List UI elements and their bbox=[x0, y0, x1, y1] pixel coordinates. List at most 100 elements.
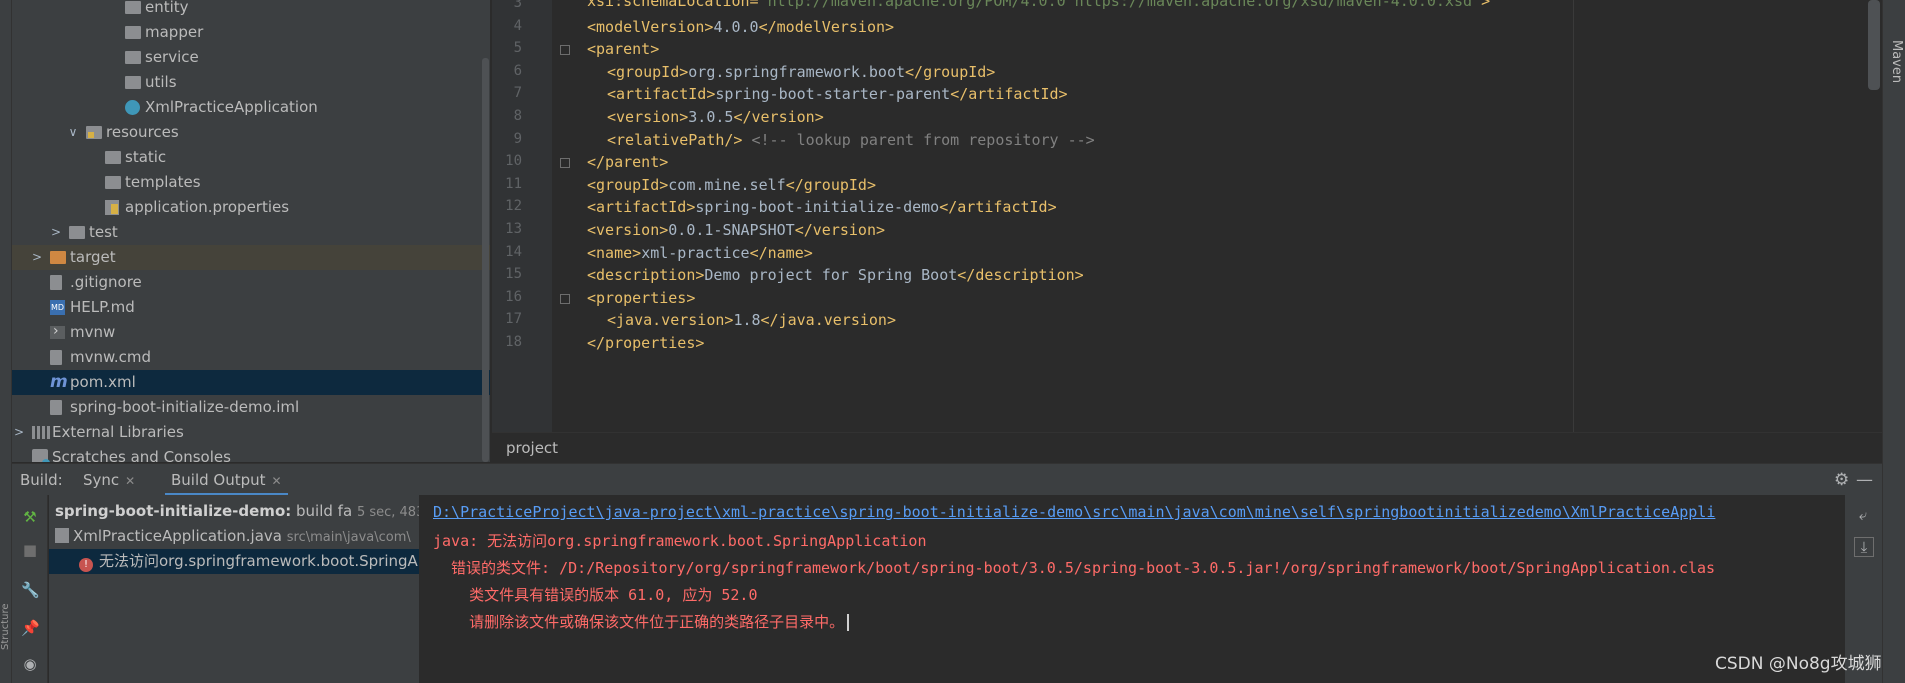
code-tag-open: <description> bbox=[587, 266, 705, 285]
excluded-folder-icon bbox=[50, 251, 66, 264]
tree-item[interactable]: mvnw bbox=[12, 319, 490, 345]
code-line: <groupId>com.mine.self</groupId> bbox=[587, 176, 876, 194]
tree-item-label: entity bbox=[145, 0, 189, 16]
wrench-icon[interactable]: 🔧 bbox=[21, 581, 40, 599]
folder-icon bbox=[125, 1, 141, 14]
maven-tool-button[interactable]: Maven bbox=[1884, 40, 1904, 110]
code-tag-close: </modelVersion> bbox=[758, 17, 895, 36]
editor-right-margin-guide bbox=[1573, 0, 1574, 432]
structure-tool-label[interactable]: Structure bbox=[0, 590, 12, 650]
tree-item[interactable]: service bbox=[12, 45, 490, 70]
tree-item-label: target bbox=[70, 248, 116, 266]
code-tag-open: <version> bbox=[587, 221, 669, 239]
code-text: spring-boot-initialize-demo bbox=[695, 198, 940, 217]
build-console[interactable]: D:\PracticeProject\java-project\xml-prac… bbox=[421, 495, 1845, 683]
markdown-file-icon: MD bbox=[50, 300, 65, 315]
code-tag-open: <relativePath/> bbox=[607, 130, 743, 149]
tree-item[interactable]: Scratches and Consoles bbox=[12, 445, 490, 462]
code-tag-close: </groupId> bbox=[785, 175, 876, 194]
rebuild-hammer-icon[interactable]: ⚒ bbox=[21, 508, 39, 526]
tree-item[interactable]: MD HELP.md bbox=[12, 295, 490, 320]
minimize-icon[interactable]: — bbox=[1856, 471, 1874, 489]
code-line: <relativePath/> <!-- lookup parent from … bbox=[607, 131, 1095, 149]
tree-item[interactable]: ∨ resources bbox=[12, 120, 490, 145]
chevron-right-icon[interactable]: > bbox=[30, 245, 44, 270]
fold-marker-icon[interactable] bbox=[560, 158, 570, 169]
stop-icon[interactable]: ■ bbox=[21, 541, 39, 559]
tab-build-output-label: Build Output bbox=[171, 471, 266, 489]
code-text: Demo project for Spring Boot bbox=[704, 266, 958, 285]
tree-item[interactable]: XmlPracticeApplication bbox=[12, 95, 490, 120]
tree-item-label: XmlPracticeApplication bbox=[145, 98, 318, 116]
tree-item[interactable]: mvnw.cmd bbox=[12, 345, 490, 370]
tree-item-label: utils bbox=[145, 73, 177, 91]
tree-item[interactable]: entity bbox=[12, 0, 490, 20]
soft-wrap-icon[interactable]: ⤶ bbox=[1854, 506, 1872, 524]
chevron-down-icon[interactable]: ∨ bbox=[66, 120, 80, 145]
file-icon bbox=[50, 350, 62, 365]
gear-icon[interactable]: ⚙ bbox=[1834, 471, 1852, 489]
project-tree-scrollbar[interactable] bbox=[482, 58, 489, 462]
tree-item-label: service bbox=[145, 48, 199, 66]
tree-item[interactable]: .gitignore bbox=[12, 270, 490, 295]
code-tag-open: <version> bbox=[607, 108, 689, 126]
project-tree: entity mapper service utils XmlPracticeAppli… bbox=[12, 0, 490, 462]
tree-item-label: mvnw bbox=[70, 323, 116, 341]
tree-item[interactable]: mapper bbox=[12, 20, 490, 45]
tree-item[interactable]: > target bbox=[12, 245, 490, 270]
tree-item-label: pom.xml bbox=[70, 373, 136, 391]
tab-sync[interactable]: Sync ✕ bbox=[83, 464, 135, 496]
tree-item[interactable]: utils bbox=[12, 70, 490, 95]
code-line: <name>xml-practice</name> bbox=[587, 244, 813, 262]
code-line: </properties> bbox=[587, 334, 704, 352]
tree-item-label: HELP.md bbox=[70, 298, 135, 316]
code-text: 1.8 bbox=[733, 311, 761, 330]
editor-scrollbar[interactable] bbox=[1868, 0, 1880, 90]
fold-marker-icon[interactable] bbox=[560, 293, 570, 304]
code-tag-close: </java.version> bbox=[760, 311, 896, 330]
java-file-icon bbox=[55, 528, 69, 543]
code-text: com.mine.self bbox=[668, 175, 786, 194]
build-error-text: 无法访问org.springframework.boot.SpringAp bbox=[99, 552, 420, 570]
close-icon[interactable]: ✕ bbox=[125, 474, 135, 488]
chevron-right-icon[interactable]: > bbox=[49, 220, 63, 245]
code-comment: <!-- lookup parent from repository --> bbox=[751, 130, 1095, 149]
eye-icon[interactable]: ◉ bbox=[21, 655, 39, 673]
script-file-icon bbox=[50, 319, 65, 344]
tree-item[interactable]: spring-boot-initialize-demo.iml bbox=[12, 395, 490, 420]
tab-build-output[interactable]: Build Output ✕ bbox=[165, 464, 288, 496]
editor-breadcrumb[interactable]: project bbox=[492, 432, 1882, 462]
build-root-time: 5 sec, 483 ms bbox=[356, 505, 419, 520]
build-root-status: build fa bbox=[296, 502, 353, 520]
code-tag-close: </artifactId> bbox=[939, 198, 1057, 217]
scroll-to-end-icon[interactable]: ⤓ bbox=[1854, 537, 1874, 557]
code-tag-open: <artifactId> bbox=[607, 85, 716, 104]
line-number: 17 bbox=[505, 311, 522, 328]
tree-item[interactable]: application.properties bbox=[12, 195, 490, 220]
build-tree-file[interactable]: XmlPracticeApplication.java src\main\jav… bbox=[49, 524, 419, 549]
close-icon[interactable]: ✕ bbox=[272, 474, 282, 488]
code-editor[interactable]: 3 4 5 6 7 8 9 10 11 12 13 14 15 16 17 18 xsi:schemaLoca… bbox=[492, 0, 1882, 432]
line-number: 18 bbox=[505, 334, 522, 350]
tree-item[interactable]: templates bbox=[12, 170, 490, 195]
line-number: 10 bbox=[505, 153, 522, 170]
pin-icon[interactable]: 📌 bbox=[21, 619, 40, 637]
build-tree-root[interactable]: spring-boot-initialize-demo: build fa 5 … bbox=[49, 499, 419, 524]
folder-icon bbox=[105, 151, 121, 164]
code-tag-close: </version> bbox=[794, 221, 886, 239]
error-file-link[interactable]: D:\PracticeProject\java-project\xml-prac… bbox=[433, 503, 1715, 521]
tree-item[interactable]: static bbox=[12, 145, 490, 170]
code-text: xml-practice bbox=[641, 243, 750, 262]
console-error-line-1: java: 无法访问org.springframework.boot.Sprin… bbox=[433, 532, 927, 550]
code-line-partial: xsi:schemaLocation="http://maven.apache.… bbox=[587, 0, 1490, 10]
line-number: 3 bbox=[513, 0, 522, 11]
chevron-right-icon[interactable]: > bbox=[12, 420, 26, 445]
line-number: 13 bbox=[505, 221, 522, 237]
build-tree-error[interactable]: ! 无法访问org.springframework.boot.SpringAp bbox=[49, 549, 420, 574]
tree-item[interactable]: > test bbox=[12, 220, 490, 245]
line-number: 8 bbox=[513, 108, 522, 124]
line-number: 16 bbox=[505, 288, 522, 305]
tree-item[interactable]: > External Libraries bbox=[12, 420, 490, 445]
fold-marker-icon[interactable] bbox=[560, 45, 570, 56]
tree-item[interactable]: m pom.xml bbox=[12, 370, 490, 395]
